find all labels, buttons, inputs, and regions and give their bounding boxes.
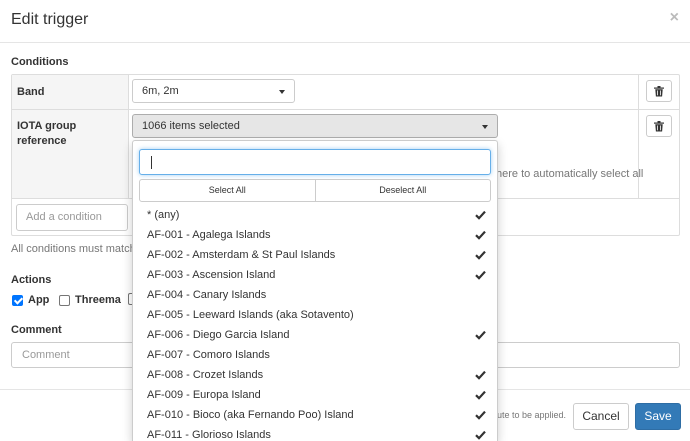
condition-action-cell bbox=[638, 75, 679, 109]
iota-help-text: here to automatically select all bbox=[496, 168, 644, 180]
band-select[interactable]: 6m, 2m bbox=[132, 79, 295, 103]
dropdown-search-input[interactable] bbox=[139, 149, 491, 175]
footer-note: ute to be applied. bbox=[497, 410, 567, 420]
iota-select[interactable]: 1066 items selected bbox=[132, 114, 498, 138]
condition-label-cell: IOTA group reference bbox=[12, 110, 129, 198]
dropdown-option-label: AF-005 - Leeward Islands (aka Sotavento) bbox=[147, 309, 354, 321]
dropdown-option[interactable]: AF-001 - Agalega Islands bbox=[133, 225, 497, 245]
dropdown-option-label: AF-008 - Crozet Islands bbox=[147, 369, 264, 381]
dropdown-option[interactable]: AF-005 - Leeward Islands (aka Sotavento) bbox=[133, 305, 497, 325]
dropdown-option-label: AF-002 - Amsterdam & St Paul Islands bbox=[147, 249, 336, 261]
check-icon bbox=[475, 230, 486, 240]
iota-select-value: 1066 items selected bbox=[142, 120, 240, 132]
trash-icon bbox=[654, 85, 664, 96]
checkbox-checked-icon bbox=[12, 294, 23, 306]
select-all-button[interactable]: Select All bbox=[139, 179, 316, 202]
check-icon bbox=[475, 430, 486, 440]
dropdown-option-label: AF-009 - Europa Island bbox=[147, 389, 261, 401]
dropdown-option-label: AF-011 - Glorioso Islands bbox=[147, 429, 271, 441]
band-label: Band bbox=[17, 86, 45, 98]
comment-heading: Comment bbox=[11, 324, 62, 336]
check-icon bbox=[475, 250, 486, 260]
delete-band-button[interactable] bbox=[646, 80, 672, 102]
band-select-value: 6m, 2m bbox=[142, 85, 179, 97]
dropdown-option-label: AF-010 - Bioco (aka Fernando Poo) Island bbox=[147, 409, 354, 421]
check-icon bbox=[475, 410, 486, 420]
action-app-label: App bbox=[28, 294, 50, 306]
dropdown-option-label: * (any) bbox=[147, 209, 180, 221]
condition-label-cell: Band bbox=[12, 75, 129, 109]
dropdown-option[interactable]: AF-002 - Amsterdam & St Paul Islands bbox=[133, 245, 497, 265]
dropdown-option[interactable]: AF-011 - Glorioso Islands bbox=[133, 425, 497, 441]
close-icon[interactable]: × bbox=[670, 9, 679, 27]
check-icon bbox=[475, 330, 486, 340]
dropdown-bulk-actions: Select All Deselect All bbox=[139, 179, 491, 202]
action-threema-checkbox[interactable]: Threema bbox=[59, 294, 121, 306]
dropdown-option-label: AF-003 - Ascension Island bbox=[147, 269, 276, 281]
dropdown-option[interactable]: AF-007 - Comoro Islands bbox=[133, 345, 497, 365]
dropdown-option-label: AF-007 - Comoro Islands bbox=[147, 349, 270, 361]
condition-row-band: Band 6m, 2m bbox=[12, 75, 679, 110]
iota-label-line1: IOTA group bbox=[17, 120, 77, 132]
dropdown-option[interactable]: AF-010 - Bioco (aka Fernando Poo) Island bbox=[133, 405, 497, 425]
conditions-heading: Conditions bbox=[11, 56, 69, 68]
check-icon bbox=[475, 210, 486, 220]
dropdown-option-label: AF-004 - Canary Islands bbox=[147, 289, 267, 301]
iota-label-line2: reference bbox=[17, 135, 67, 147]
check-icon bbox=[475, 270, 486, 280]
dropdown-option-label: AF-006 - Diego Garcia Island bbox=[147, 329, 290, 341]
iota-label: IOTA group reference bbox=[17, 119, 76, 149]
condition-action-cell bbox=[638, 110, 679, 198]
add-condition-input[interactable]: Add a condition bbox=[16, 204, 128, 231]
match-note: All conditions must match bbox=[11, 243, 136, 255]
deselect-all-button[interactable]: Deselect All bbox=[315, 179, 491, 202]
save-button[interactable]: Save bbox=[635, 403, 681, 430]
trash-icon bbox=[654, 120, 664, 131]
modal-title: Edit trigger bbox=[11, 11, 89, 28]
checkbox-unchecked-icon bbox=[59, 294, 70, 306]
check-icon bbox=[475, 390, 486, 400]
modal-header: Edit trigger × bbox=[0, 0, 690, 43]
cancel-button[interactable]: Cancel bbox=[573, 403, 629, 430]
dropdown-option-list: * (any) AF-001 - Agalega Islands AF-002 - … bbox=[133, 205, 497, 441]
action-threema-label: Threema bbox=[75, 294, 121, 306]
caret-down-icon bbox=[279, 90, 285, 94]
check-icon bbox=[475, 370, 486, 380]
actions-heading: Actions bbox=[11, 274, 52, 286]
text-cursor bbox=[151, 156, 152, 169]
dropdown-option[interactable]: AF-006 - Diego Garcia Island bbox=[133, 325, 497, 345]
dropdown-option[interactable]: AF-004 - Canary Islands bbox=[133, 285, 497, 305]
caret-down-icon bbox=[482, 125, 488, 129]
iota-dropdown-menu: Select All Deselect All * (any) AF-001 - … bbox=[132, 140, 498, 441]
delete-iota-button[interactable] bbox=[646, 115, 672, 137]
dropdown-option[interactable]: * (any) bbox=[133, 205, 497, 225]
dropdown-option[interactable]: AF-003 - Ascension Island bbox=[133, 265, 497, 285]
dropdown-option[interactable]: AF-008 - Crozet Islands bbox=[133, 365, 497, 385]
dropdown-option-label: AF-001 - Agalega Islands bbox=[147, 229, 271, 241]
action-app-checkbox[interactable]: App bbox=[12, 294, 49, 306]
dropdown-option[interactable]: AF-009 - Europa Island bbox=[133, 385, 497, 405]
